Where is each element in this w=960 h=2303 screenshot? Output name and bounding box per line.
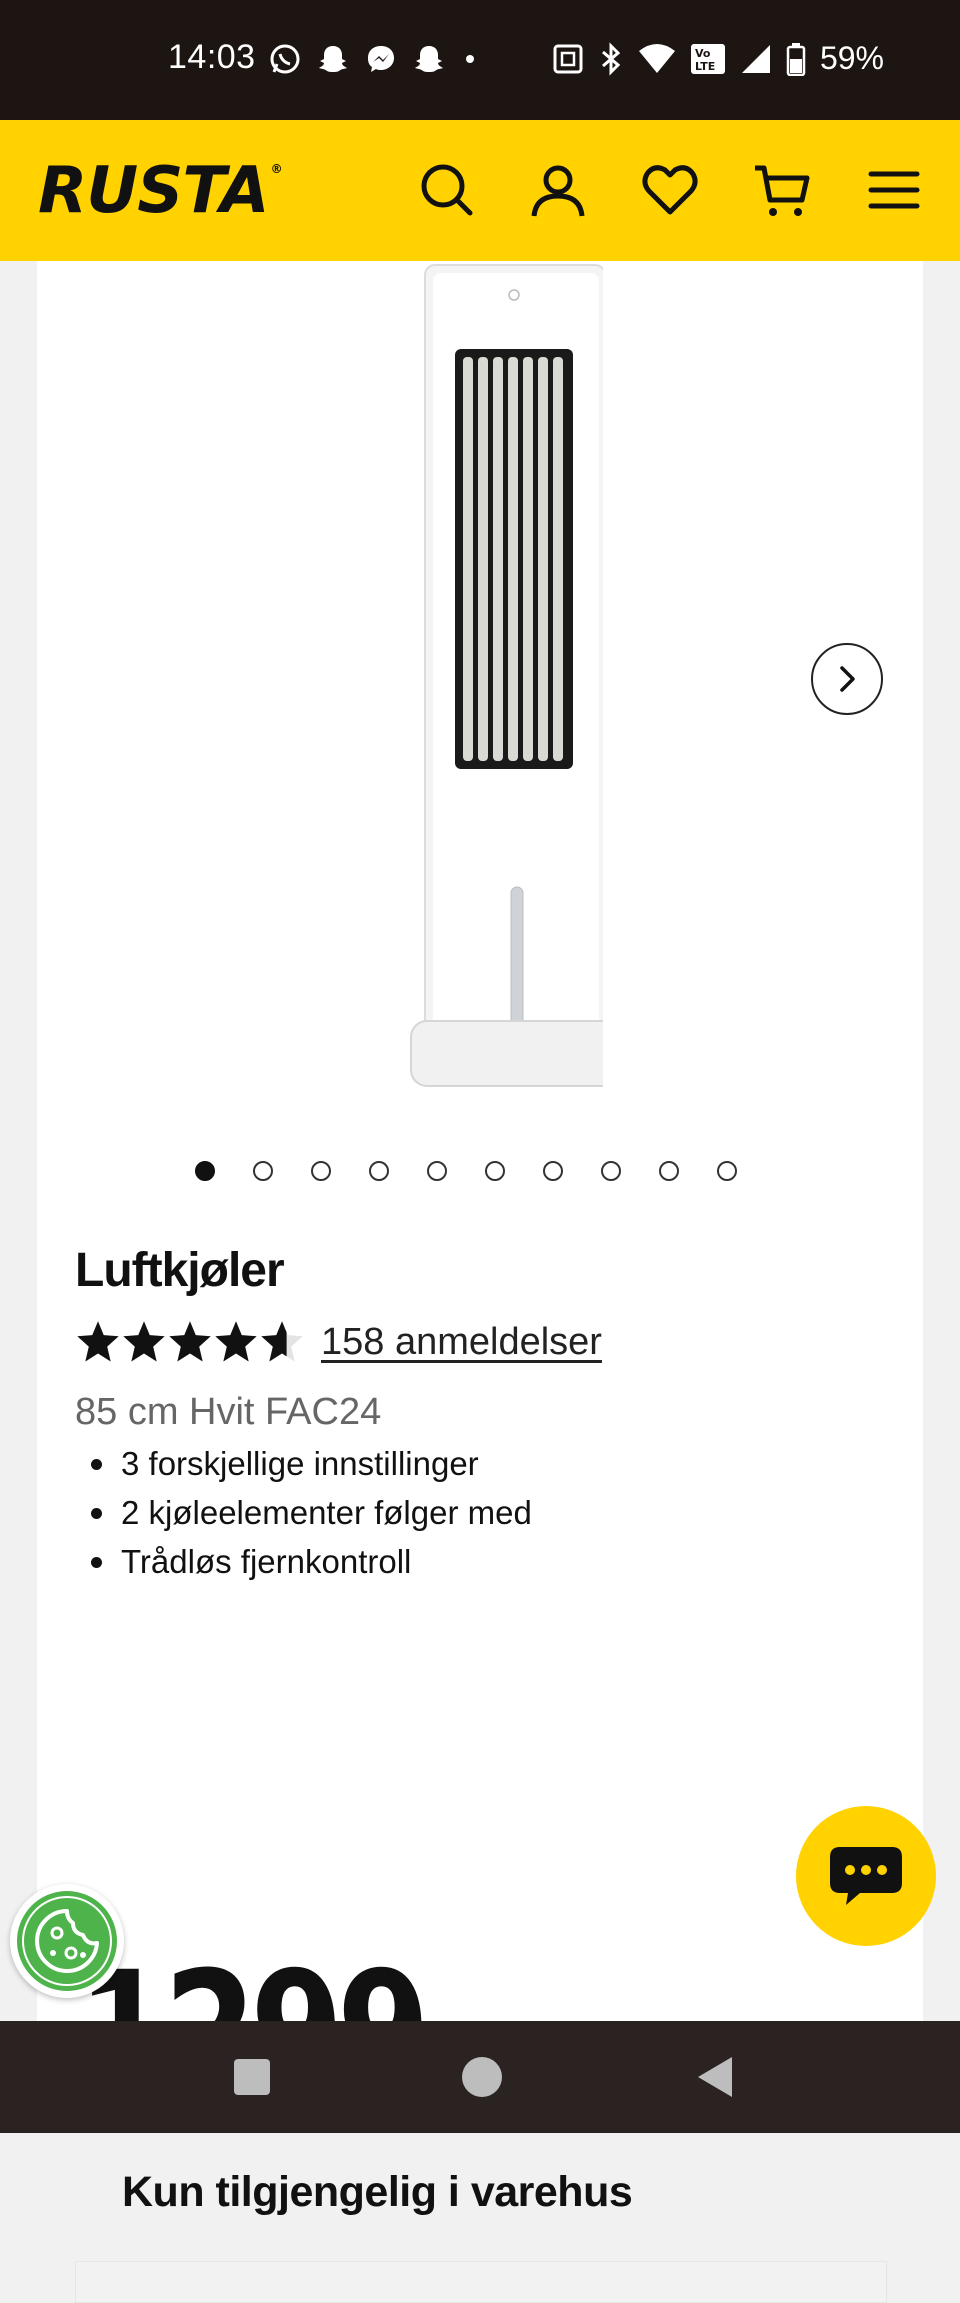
product-rating: 158 anmeldelser — [75, 1319, 602, 1365]
site-header: RUSTA ® — [0, 120, 960, 261]
gallery-next-button[interactable] — [811, 643, 883, 715]
product-image[interactable] — [373, 261, 603, 1091]
cookie-icon — [17, 1891, 117, 1991]
home-button[interactable] — [460, 2055, 504, 2099]
registered-mark: ® — [270, 162, 283, 176]
chat-button[interactable] — [796, 1806, 936, 1946]
dot-icon — [466, 55, 474, 63]
volte-icon: Vo LTE — [690, 43, 725, 74]
store-availability-box[interactable] — [75, 2261, 887, 2303]
snapchat-icon — [319, 46, 347, 72]
notification-icons — [268, 42, 480, 76]
account-icon[interactable] — [528, 160, 588, 220]
gallery-pagination — [195, 1161, 737, 1181]
feature-item: Trådløs fjernkontroll — [91, 1537, 532, 1586]
svg-text:Vo: Vo — [695, 47, 711, 60]
search-icon[interactable] — [417, 160, 477, 220]
svg-text:LTE: LTE — [695, 60, 715, 73]
reviews-link[interactable]: 158 anmeldelser — [321, 1321, 602, 1364]
availability-text: Kun tilgjengelig i varehus — [122, 2168, 633, 2216]
heart-icon[interactable] — [640, 160, 700, 220]
gallery-dot[interactable] — [427, 1161, 447, 1181]
feature-item: 2 kjøleelementer følger med — [91, 1488, 532, 1537]
product-subtitle: 85 cm Hvit FAC24 — [75, 1391, 382, 1433]
gallery-dot[interactable] — [659, 1161, 679, 1181]
gallery-dot[interactable] — [311, 1161, 331, 1181]
status-bar: 14:03 Vo LTE 59% — [0, 0, 960, 120]
wifi-icon — [638, 43, 675, 73]
gallery-dot[interactable] — [717, 1161, 737, 1181]
recents-button[interactable] — [230, 2055, 274, 2099]
messenger-icon — [368, 46, 394, 72]
logo-text: RUSTA — [38, 154, 270, 228]
product-card: Luftkjøler 158 anmeldelser 85 cm Hvit FA… — [37, 261, 923, 2303]
snapchat-icon — [415, 46, 443, 72]
rating-stars — [75, 1319, 305, 1365]
star-icon — [215, 1321, 257, 1362]
gallery-dot[interactable] — [253, 1161, 273, 1181]
star-icon — [261, 1321, 303, 1362]
signal-icon — [741, 44, 770, 73]
chevron-right-icon — [840, 666, 855, 692]
star-icon — [169, 1321, 211, 1362]
gallery-dot[interactable] — [543, 1161, 563, 1181]
star-icon — [77, 1321, 119, 1362]
battery-icon — [786, 42, 806, 76]
rusta-logo[interactable]: RUSTA ® — [38, 154, 283, 228]
menu-icon[interactable] — [864, 160, 924, 220]
nfc-icon — [553, 44, 583, 73]
system-icons: Vo LTE 59% — [552, 40, 884, 77]
status-time: 14:03 — [168, 38, 256, 76]
star-icon — [123, 1321, 165, 1362]
feature-item: 3 forskjellige innstillinger — [91, 1439, 532, 1488]
gallery-dot[interactable] — [195, 1161, 215, 1181]
system-nav-bar — [0, 2021, 960, 2133]
cart-icon[interactable] — [752, 160, 812, 220]
feature-list: 3 forskjellige innstillinger 2 kjøleeleme… — [75, 1439, 532, 1586]
product-title: Luftkjøler — [75, 1244, 285, 1297]
bluetooth-icon — [601, 41, 621, 76]
gallery-dot[interactable] — [485, 1161, 505, 1181]
back-button[interactable] — [694, 2055, 738, 2099]
chat-icon — [830, 1847, 902, 1905]
gallery-dot[interactable] — [369, 1161, 389, 1181]
battery-percentage: 59% — [819, 40, 884, 76]
gallery-dot[interactable] — [601, 1161, 621, 1181]
cookie-settings-button[interactable] — [10, 1884, 124, 1998]
whatsapp-icon — [270, 44, 300, 74]
